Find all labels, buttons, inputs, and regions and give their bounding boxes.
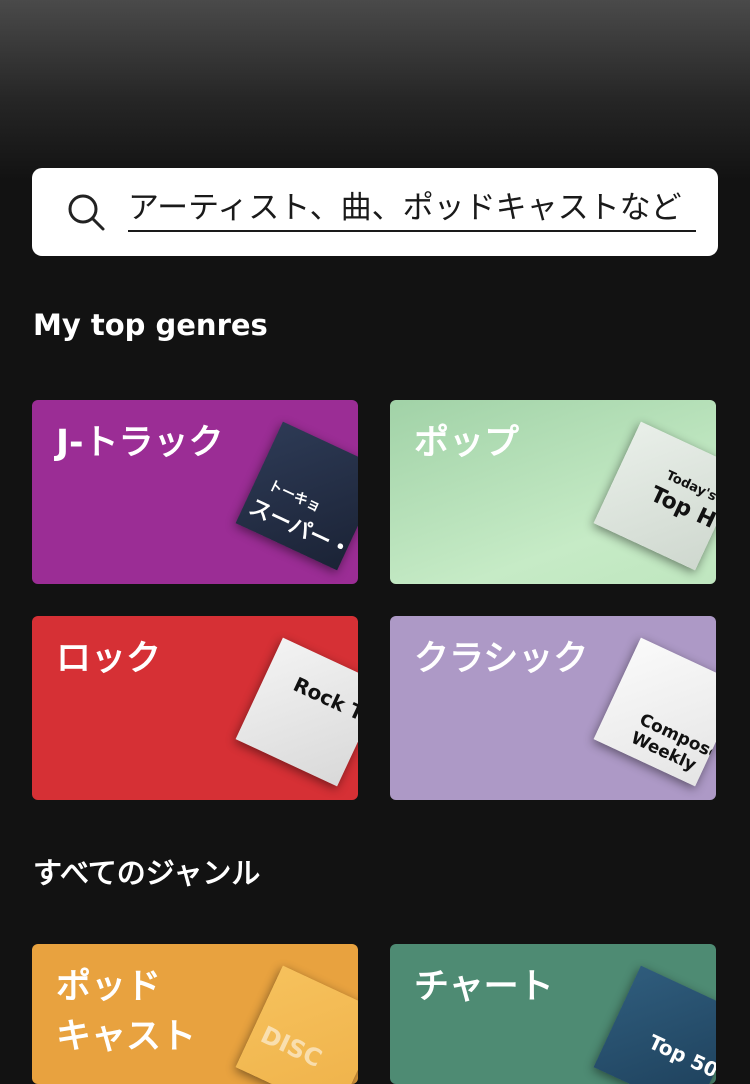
spotify-logo-icon: [356, 465, 358, 484]
playlist-cover-text: DISC: [256, 1020, 327, 1073]
playlist-cover-image: Today's Top H: [593, 421, 716, 571]
spotify-logo-icon: [714, 465, 716, 484]
playlist-cover-image: Composer Weekly: [593, 637, 716, 787]
genre-card-label: ポップ: [414, 423, 520, 463]
playlist-cover-text: Rock T: [289, 672, 358, 726]
genre-card-label: ポッド キャスト: [56, 967, 197, 1057]
search-input[interactable]: アーティスト、曲、ポッドキャストなど: [128, 186, 696, 232]
genre-card-classic[interactable]: クラシック Composer Weekly: [390, 616, 716, 800]
genre-card-charts[interactable]: チャート Top 50: [390, 944, 716, 1084]
genre-card-label: J-トラック: [56, 423, 224, 463]
spotify-logo-icon: [356, 681, 358, 700]
header-gradient: [0, 0, 750, 180]
playlist-cover-image: Top 50: [593, 965, 716, 1084]
genre-card-podcast[interactable]: ポッド キャスト DISC: [32, 944, 358, 1084]
playlist-cover-text: Top 50: [645, 1029, 716, 1083]
spotify-logo-icon: [714, 681, 716, 700]
genre-card-label: ロック: [56, 639, 162, 679]
playlist-cover-image: トーキョ スーパー・ヒ: [235, 421, 358, 571]
playlist-cover-image: Rock T: [235, 637, 358, 787]
playlist-cover-image: DISC: [235, 965, 358, 1084]
genre-card-label: クラシック: [414, 639, 589, 679]
genre-card-label: チャート: [414, 967, 554, 1007]
search-bar[interactable]: アーティスト、曲、ポッドキャストなど: [32, 168, 718, 256]
all-genres-heading: すべてのジャンル: [33, 856, 261, 890]
genre-card-rock[interactable]: ロック Rock T: [32, 616, 358, 800]
spotify-logo-icon: [356, 1009, 358, 1028]
my-top-genres-heading: My top genres: [33, 308, 268, 342]
genre-card-pop[interactable]: ポップ Today's Top H: [390, 400, 716, 584]
genre-card-j-track[interactable]: J-トラック トーキョ スーパー・ヒ: [32, 400, 358, 584]
spotify-logo-icon: [714, 1009, 716, 1028]
search-icon: [68, 194, 105, 231]
